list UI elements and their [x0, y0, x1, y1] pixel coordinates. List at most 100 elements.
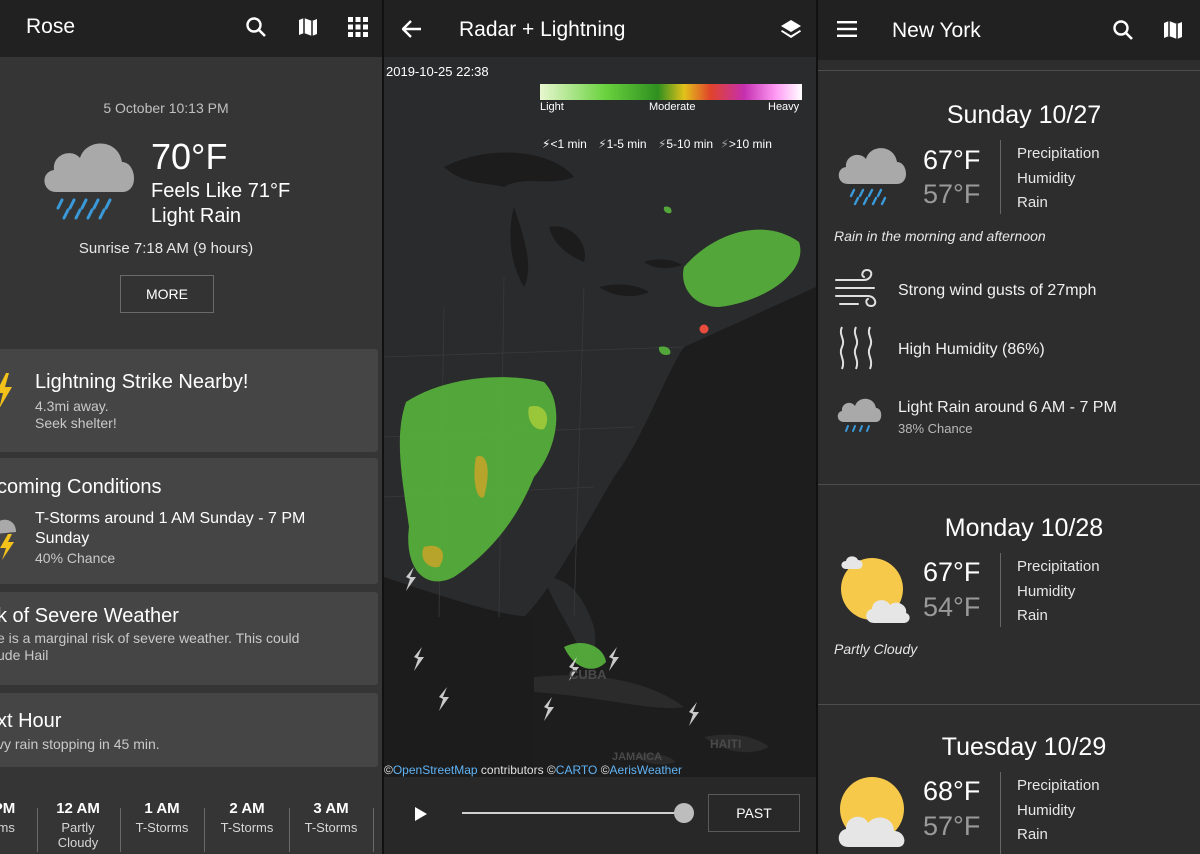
day-title: Monday 10/28	[944, 514, 1104, 542]
hour-label: 1 AM	[144, 800, 180, 817]
rain-cloud-icon	[44, 143, 135, 220]
label-jamaica: JAMAICA	[612, 751, 663, 763]
location-marker	[699, 324, 709, 334]
layers-icon[interactable]	[780, 19, 802, 41]
attribution-text-2: ©	[597, 763, 610, 777]
condition-text: Light Rain	[151, 205, 242, 227]
divider-vertical	[1000, 140, 1001, 214]
upcoming-conditions-card[interactable]: coming Conditions T-Storms around 1 AM S…	[0, 458, 378, 584]
severe-weather-card[interactable]: k of Severe Weather e is a marginal risk…	[0, 592, 378, 685]
aeris-link[interactable]: AerisWeather	[610, 763, 682, 777]
location-title: Rose	[26, 15, 76, 38]
alert-advice: Seek shelter!	[35, 415, 117, 431]
back-arrow-icon[interactable]	[402, 20, 422, 38]
partly-cloudy-icon	[838, 777, 905, 847]
hour-condition: Partly	[61, 820, 95, 835]
osm-link[interactable]: OpenStreetMap	[393, 763, 478, 777]
day-summary: Rain in the morning and afternoon	[834, 228, 1046, 244]
rain-chance: 38% Chance	[898, 421, 973, 436]
radar-controls: PAST	[384, 777, 816, 854]
hour-condition: T-Storms	[304, 820, 358, 835]
search-icon[interactable]	[245, 16, 267, 38]
hour-item[interactable]: 12 AM Partly Cloudy	[36, 800, 120, 850]
map-icon[interactable]	[1162, 19, 1184, 41]
hour-condition: T-Storms	[220, 820, 274, 835]
rain-label: Rain	[1017, 826, 1048, 843]
divider-line	[818, 70, 1200, 71]
high-temp: 67°F	[923, 557, 981, 587]
humidity-detail: High Humidity (86%)	[898, 341, 1045, 358]
alert-title: Lightning Strike Nearby!	[35, 371, 249, 393]
humidity-label: Humidity	[1017, 170, 1076, 187]
partly-cloudy-icon	[841, 556, 910, 623]
humidity-icon	[839, 326, 873, 370]
sunrise-text: Sunrise 7:18 AM (9 hours)	[78, 240, 254, 257]
wind-detail: Strong wind gusts of 27mph	[898, 282, 1097, 299]
wind-icon	[835, 268, 877, 308]
humidity-label: Humidity	[1017, 802, 1076, 819]
label-haiti: HAITI	[710, 737, 742, 751]
past-button[interactable]: PAST	[708, 794, 800, 832]
lightning-legend-3: 5-10 min	[666, 137, 714, 151]
next-hour-card[interactable]: xt Hour vy rain stopping in 45 min.	[0, 693, 378, 767]
day-title: Sunday 10/27	[946, 101, 1102, 129]
severe-title: k of Severe Weather	[0, 605, 179, 627]
severe-line2: ude Hail	[0, 647, 49, 663]
top-app-bar: Radar + Lightning	[384, 0, 816, 57]
radar-timestamp: 2019-10-25 22:38	[386, 64, 489, 79]
feels-like: Feels Like 71°F	[151, 180, 291, 202]
lightning-legend-2: 1-5 min	[606, 137, 647, 151]
low-temp: 57°F	[923, 179, 981, 209]
precip-label: Precipitation	[1017, 145, 1100, 162]
rain-detail: Light Rain around 6 AM - 7 PM	[898, 399, 1117, 416]
lightning-legend-4: >10 min	[728, 137, 772, 151]
next-hour-title: xt Hour	[0, 710, 62, 732]
rain-label: Rain	[1017, 194, 1048, 211]
attribution-text: contributors ©	[477, 763, 556, 777]
play-icon[interactable]	[414, 806, 428, 822]
search-icon[interactable]	[1112, 19, 1134, 41]
hour-item[interactable]: 1 AM T-Storms	[120, 800, 204, 835]
hour-item[interactable]: 2 AM T-Storms	[205, 800, 289, 835]
legend-moderate: Moderate	[649, 101, 696, 113]
lightning-alert-card[interactable]: Lightning Strike Nearby! 4.3mi away. See…	[0, 349, 378, 452]
timeline-slider[interactable]	[462, 803, 694, 823]
apps-grid-icon[interactable]	[348, 17, 368, 37]
lightning-legend: ⚡<1 min ⚡1-5 min ⚡5-10 min ⚡>10 min	[542, 137, 772, 151]
location-title: New York	[892, 19, 981, 42]
more-button[interactable]: MORE	[120, 275, 214, 313]
divider-vertical	[1000, 772, 1001, 854]
low-temp: 54°F	[923, 592, 981, 622]
carto-link[interactable]: CARTO	[556, 763, 598, 777]
current-weather-screen: Rose 5 October 10:13 PM 70°F Feels Like …	[0, 0, 382, 854]
legend-light: Light	[540, 101, 564, 113]
divider-vertical	[1000, 553, 1001, 627]
rain-label: Rain	[1017, 607, 1048, 624]
hour-label: 2 AM	[229, 800, 265, 817]
precip-label: Precipitation	[1017, 558, 1100, 575]
lightning-bolt-icon	[0, 373, 12, 408]
high-temp: 67°F	[923, 145, 981, 175]
hour-item[interactable]: 3 AM T-Storms	[289, 800, 373, 835]
day-summary: Partly Cloudy	[834, 641, 918, 657]
hour-label: 12 AM	[56, 800, 100, 817]
menu-icon[interactable]	[837, 21, 857, 37]
daily-forecast-screen: New York Sunday 10/27 67°F 57°F Precipit…	[818, 0, 1200, 854]
alert-distance: 4.3mi away.	[35, 398, 109, 414]
hour-condition-line2: Cloudy	[57, 835, 99, 850]
upcoming-title: coming Conditions	[0, 476, 162, 498]
attribution-prefix: ©	[384, 763, 393, 777]
screen-title: Radar + Lightning	[459, 18, 626, 41]
map-icon[interactable]	[297, 16, 319, 38]
humidity-label: Humidity	[1017, 583, 1076, 600]
lightning-legend-1: <1 min	[550, 137, 587, 151]
upcoming-line1: T-Storms around 1 AM Sunday - 7 PM	[35, 510, 306, 527]
day-title: Tuesday 10/29	[941, 733, 1107, 761]
upcoming-chance: 40% Chance	[35, 550, 116, 566]
radar-map[interactable]: 2019-10-25 22:38 Light Moderate Heavy ⚡<…	[384, 57, 816, 777]
high-temp: 68°F	[923, 776, 981, 806]
label-cuba: CUBA	[569, 667, 607, 682]
timeline-slider-thumb[interactable]	[674, 803, 694, 823]
rain-cloud-icon	[838, 148, 907, 206]
top-app-bar: New York	[818, 0, 1200, 60]
